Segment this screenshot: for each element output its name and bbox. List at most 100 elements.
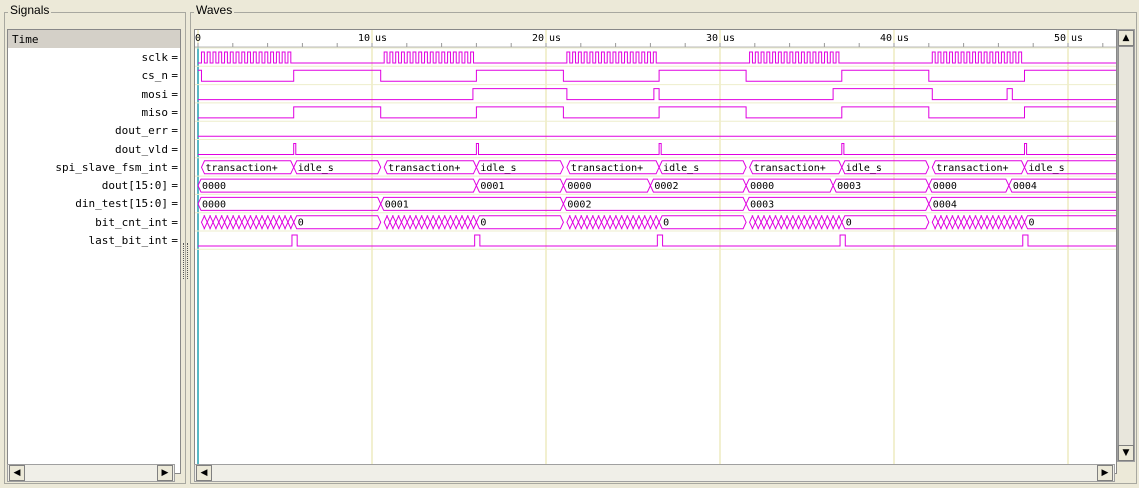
signal-row[interactable]: dout_vld = bbox=[8, 141, 180, 159]
bit-cnt-value: 0 bbox=[480, 218, 486, 229]
signal-name: din_test[15:0] bbox=[75, 197, 168, 211]
time-tick-label: 30 bbox=[706, 33, 718, 44]
splitter-grip[interactable] bbox=[183, 243, 188, 279]
bit-cnt-segment bbox=[658, 215, 747, 230]
signal-row[interactable]: spi_slave_fsm_int = bbox=[8, 159, 180, 177]
fsm-value: idle_s bbox=[480, 163, 516, 174]
bit-cnt-segment bbox=[572, 215, 579, 230]
waveform-view: 10 20 30 40 50 us us us us us 0 transaction+ idle_s t… bbox=[195, 30, 1116, 473]
vscroll-thumb[interactable] bbox=[1118, 46, 1134, 446]
bit-cnt-segment bbox=[829, 215, 837, 230]
scroll-up-icon[interactable]: ▲ bbox=[1118, 30, 1134, 46]
signal-equals: = bbox=[171, 179, 178, 193]
signal-row[interactable]: bit_cnt_int = bbox=[8, 214, 180, 232]
signal-equals: = bbox=[171, 160, 178, 174]
signal-equals: = bbox=[171, 124, 178, 138]
waves-hscrollbar[interactable]: ◀ ▶ bbox=[194, 464, 1115, 482]
bit-cnt-segment bbox=[395, 215, 403, 230]
signal-list[interactable]: Time sclk = cs_n = mosi = miso = dout_err = dout_v… bbox=[7, 29, 181, 474]
dout-value: 0000 bbox=[750, 181, 774, 192]
bit-cnt-segment bbox=[200, 215, 208, 230]
cs-n-wave bbox=[198, 69, 1116, 82]
bit-cnt-segment bbox=[783, 215, 791, 230]
bit-cnt-segment bbox=[641, 215, 649, 230]
time-tick-label: 10 bbox=[358, 33, 370, 44]
time-unit-label: us bbox=[897, 33, 909, 44]
waves-panel-title: Waves bbox=[194, 3, 235, 17]
bit-cnt-segment bbox=[754, 215, 762, 230]
bit-cnt-segment bbox=[812, 215, 820, 230]
bit-cnt-segment bbox=[275, 215, 283, 230]
signal-name: dout_vld bbox=[115, 142, 168, 156]
bit-cnt-segment bbox=[229, 215, 237, 230]
signal-name: bit_cnt_int bbox=[95, 215, 168, 229]
time-unit-label: us bbox=[1071, 33, 1083, 44]
bit-cnt-segment bbox=[595, 215, 603, 230]
bit-cnt-segment bbox=[287, 215, 295, 230]
scroll-right-icon[interactable]: ▶ bbox=[157, 465, 173, 481]
bit-cnt-segment bbox=[218, 215, 226, 230]
bit-cnt-segment bbox=[618, 215, 626, 230]
bit-cnt-segment bbox=[1018, 215, 1026, 230]
din-test-value: 0001 bbox=[385, 199, 409, 210]
signals-hscrollbar[interactable]: ◀ ▶ bbox=[7, 464, 175, 482]
bit-cnt-segment bbox=[995, 215, 1002, 230]
bit-cnt-segment bbox=[800, 215, 808, 230]
bit-cnt-segment bbox=[960, 215, 968, 230]
bit-cnt-segment bbox=[223, 215, 231, 230]
hscroll-right-icon[interactable]: ▶ bbox=[1097, 465, 1113, 481]
dout-value: 0002 bbox=[654, 181, 678, 192]
fsm-value: transaction+ bbox=[936, 163, 1008, 174]
bit-cnt-segment bbox=[629, 215, 637, 230]
din-test-value: 0000 bbox=[202, 199, 226, 210]
last-bit-int-wave bbox=[198, 234, 1116, 247]
waves-vscrollbar[interactable]: ▲ ▼ bbox=[1117, 29, 1135, 462]
signal-row[interactable]: sclk = bbox=[8, 49, 180, 67]
signal-row[interactable]: din_test[15:0] = bbox=[8, 195, 180, 213]
bit-cnt-segment bbox=[458, 215, 466, 230]
bit-cnt-segment bbox=[795, 215, 803, 230]
signal-row[interactable]: last_bit_int = bbox=[8, 232, 180, 250]
bit-cnt-segment bbox=[841, 215, 930, 230]
bit-cnt-value: 0 bbox=[846, 218, 852, 229]
wave-canvas[interactable]: 10 20 30 40 50 us us us us us 0 transaction+ idle_s t… bbox=[194, 29, 1117, 474]
bit-cnt-segment bbox=[475, 215, 564, 230]
bit-cnt-segment bbox=[760, 215, 768, 230]
fsm-value: transaction+ bbox=[205, 163, 277, 174]
bit-cnt-segment bbox=[989, 215, 997, 230]
bit-cnt-value: 0 bbox=[1029, 218, 1035, 229]
din-test-value: 0003 bbox=[750, 199, 774, 210]
signal-row[interactable]: dout_err = bbox=[8, 122, 180, 140]
bit-cnt-segment bbox=[647, 215, 654, 230]
bit-cnt-segment bbox=[429, 215, 437, 230]
bit-cnt-segment bbox=[583, 215, 591, 230]
bit-cnt-segment bbox=[835, 215, 843, 230]
bit-cnt-segment bbox=[937, 215, 945, 230]
bit-cnt-segment bbox=[1012, 215, 1020, 230]
signal-name: mosi bbox=[141, 87, 169, 101]
signal-row[interactable]: cs_n = bbox=[8, 67, 180, 85]
bit-cnt-segment bbox=[818, 215, 826, 230]
bit-cnt-segment bbox=[406, 215, 414, 230]
scroll-left-icon[interactable]: ◀ bbox=[9, 465, 25, 481]
signal-row[interactable]: miso = bbox=[8, 104, 180, 122]
bit-cnt-segment bbox=[1006, 215, 1014, 230]
bit-cnt-segment bbox=[954, 215, 962, 230]
bit-cnt-segment bbox=[623, 215, 631, 230]
signal-row[interactable]: dout[15:0] = bbox=[8, 177, 180, 195]
signal-row[interactable]: mosi = bbox=[8, 86, 180, 104]
bit-cnt-segment bbox=[470, 215, 477, 230]
din-test-value: 0002 bbox=[567, 199, 591, 210]
signal-name: cs_n bbox=[141, 69, 169, 83]
fsm-value: transaction+ bbox=[388, 163, 460, 174]
dout-value: 0000 bbox=[202, 181, 226, 192]
mosi-wave bbox=[198, 88, 1116, 101]
bit-cnt-segment bbox=[1023, 215, 1116, 230]
miso-wave bbox=[198, 106, 1116, 119]
bit-cnt-segment bbox=[606, 215, 614, 230]
hscroll-left-icon[interactable]: ◀ bbox=[196, 465, 212, 481]
dout-value: 0000 bbox=[567, 181, 591, 192]
scroll-down-icon[interactable]: ▼ bbox=[1118, 445, 1134, 461]
bit-cnt-segment bbox=[264, 215, 272, 230]
bit-cnt-segment bbox=[412, 215, 420, 230]
